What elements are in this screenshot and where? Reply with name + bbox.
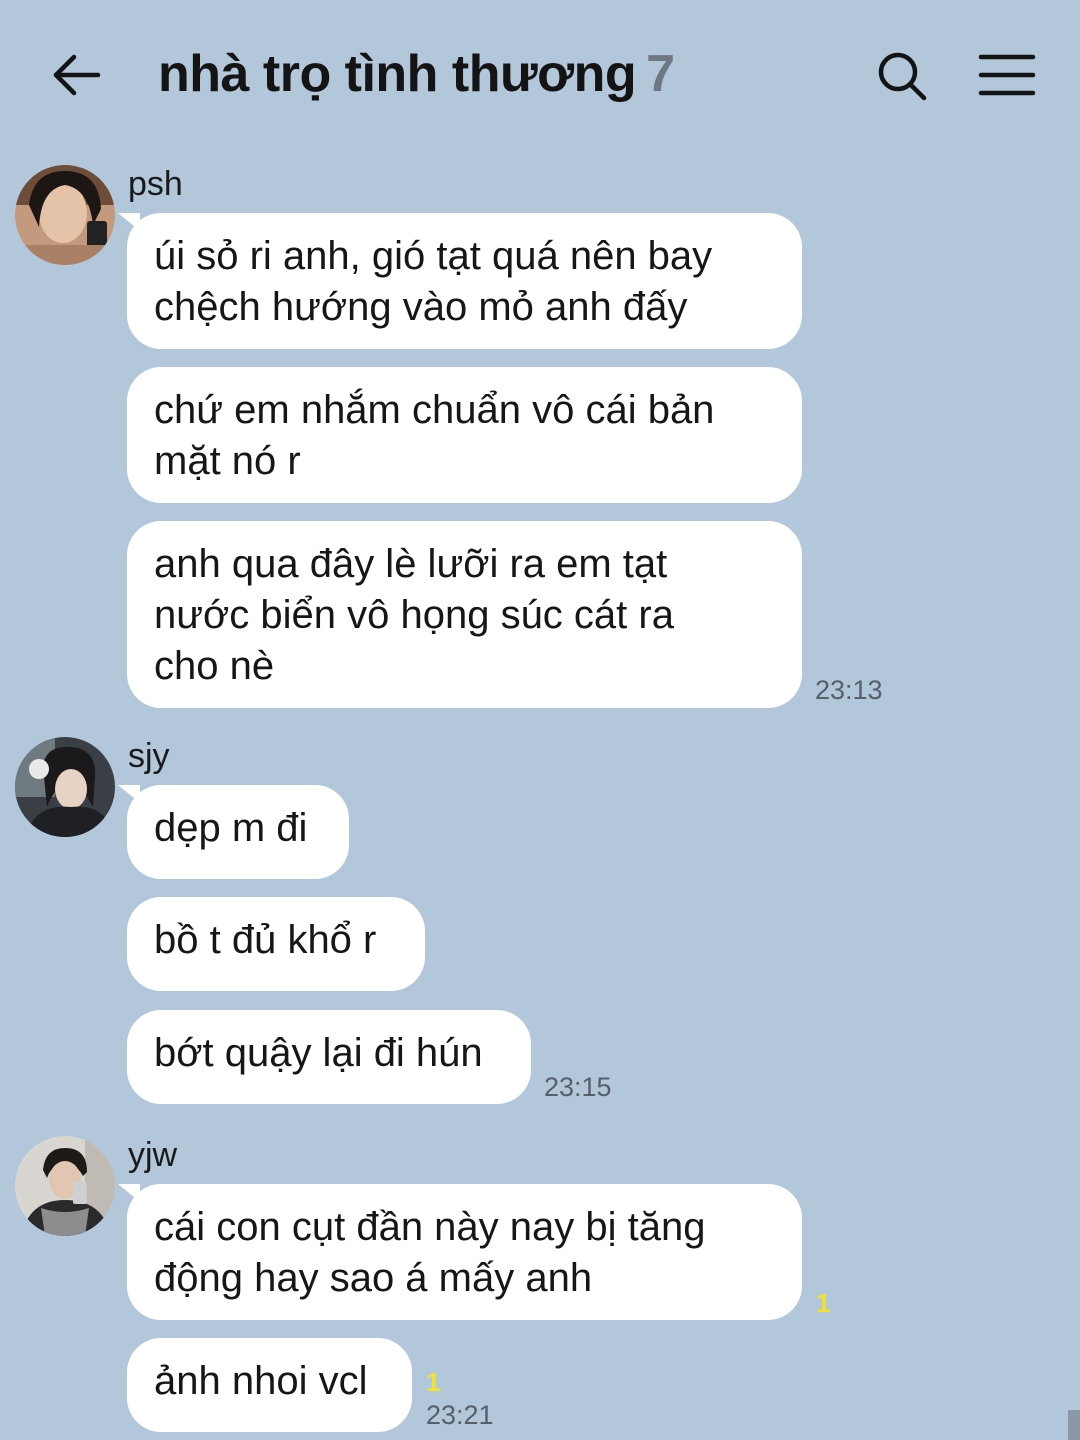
chat-room-name: nhà trọ tình thương	[158, 45, 637, 103]
scrollbar-thumb[interactable]	[1068, 1410, 1080, 1440]
search-icon	[878, 52, 927, 101]
avatar-photo	[15, 1136, 115, 1236]
chat-screen: nhà trọ tình thương 7 psh úi sỏ ri anh, …	[0, 0, 1080, 1440]
message-time: 23:21	[426, 1400, 494, 1430]
message-bubble[interactable]: dẹp m đi	[118, 785, 349, 879]
avatar-yjw[interactable]	[15, 1136, 115, 1236]
chat-title[interactable]: nhà trọ tình thương 7	[158, 44, 675, 104]
hamburger-menu-icon	[978, 54, 1036, 96]
avatar-photo	[15, 165, 115, 265]
message-bubble[interactable]: ảnh nhoi vcl	[127, 1338, 412, 1432]
member-count: 7	[646, 45, 675, 103]
sender-name: yjw	[128, 1136, 178, 1174]
unread-count: 1	[426, 1367, 441, 1397]
message-time: 23:13	[815, 675, 883, 705]
message-bubble[interactable]: chứ em nhắm chuẩn vô cái bản mặt nó r	[127, 367, 802, 503]
sender-name: psh	[128, 165, 183, 203]
arrow-left-icon	[53, 54, 101, 96]
message-time: 23:15	[544, 1072, 612, 1102]
unread-count: 1	[816, 1288, 831, 1318]
chat-header: nhà trọ tình thương 7	[0, 0, 1080, 150]
avatar-sjy[interactable]	[15, 737, 115, 837]
message-bubble[interactable]: anh qua đây lè lưỡi ra em tạt nước biển …	[127, 521, 802, 708]
avatar-photo	[15, 737, 115, 837]
back-button[interactable]	[48, 45, 108, 105]
message-bubble[interactable]: bớt quậy lại đi hún	[127, 1010, 531, 1104]
message-bubble[interactable]: bồ t đủ khổ r	[127, 897, 425, 991]
search-button[interactable]	[872, 46, 932, 106]
message-bubble[interactable]: cái con cụt đần này nay bị tăng động hay…	[118, 1184, 802, 1320]
avatar-psh[interactable]	[15, 165, 115, 265]
menu-button[interactable]	[975, 46, 1039, 106]
message-bubble[interactable]: úi sỏ ri anh, gió tạt quá nên bay chệch …	[118, 213, 802, 349]
sender-name: sjy	[128, 737, 170, 775]
